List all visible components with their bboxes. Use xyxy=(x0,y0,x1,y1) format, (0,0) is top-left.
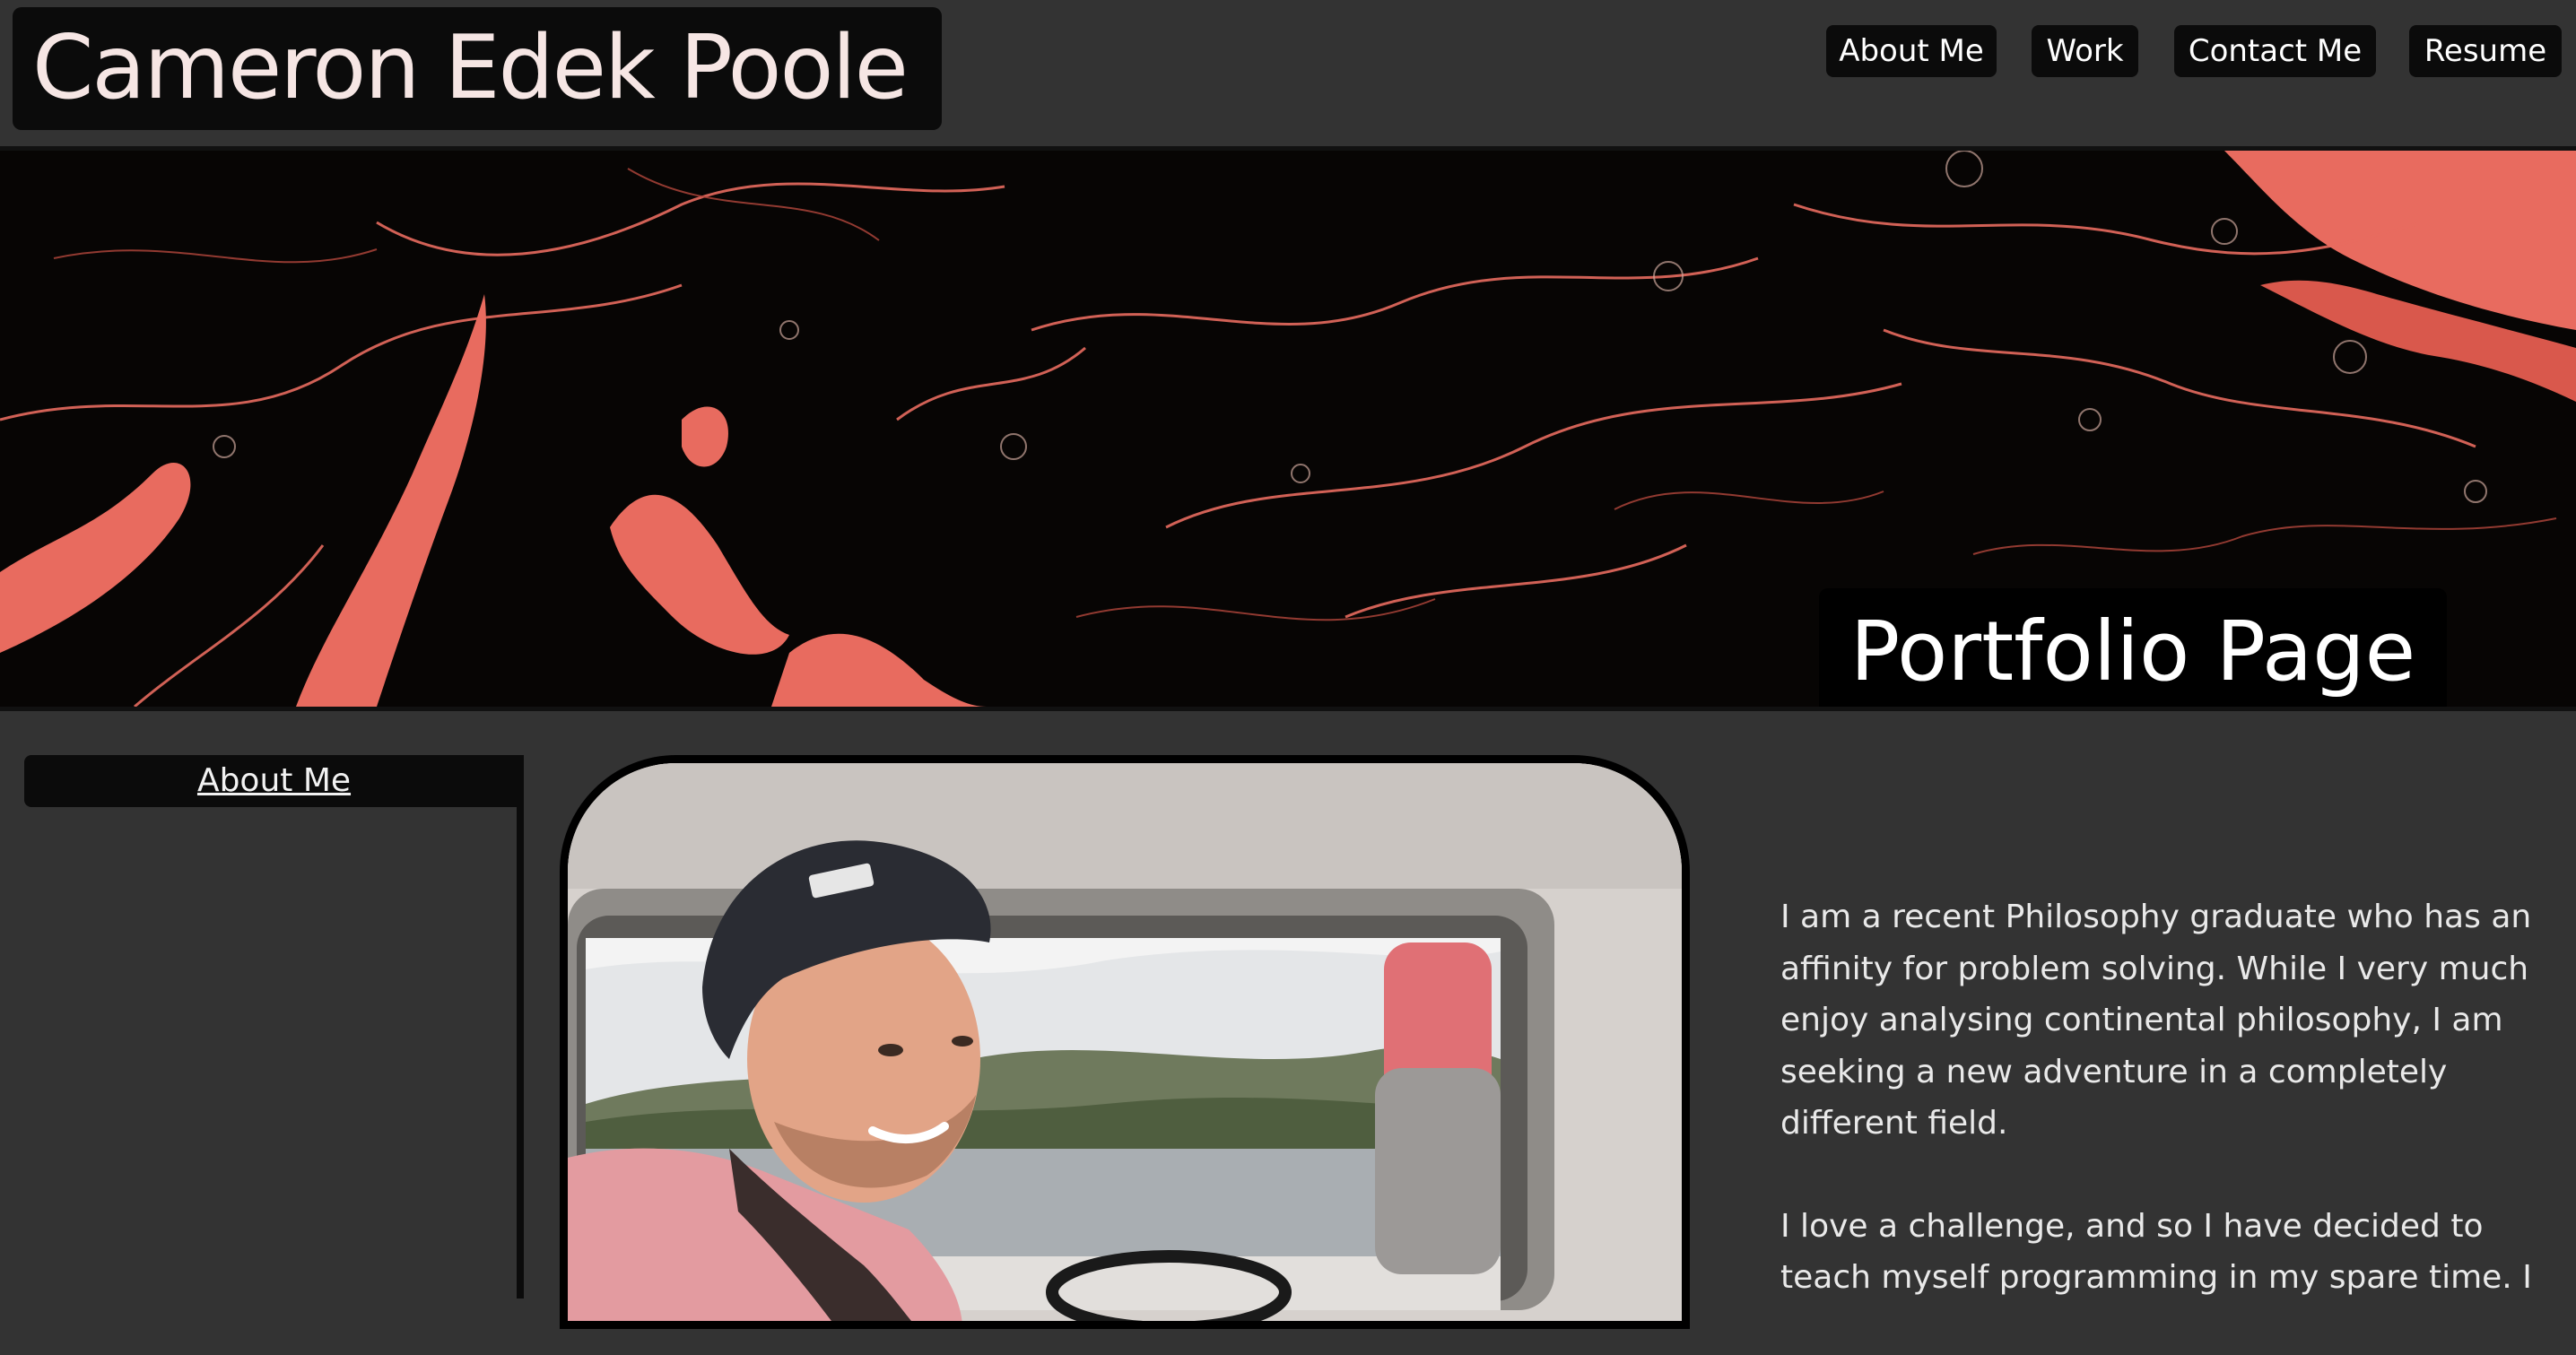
nav-about-me[interactable]: About Me xyxy=(1826,25,1997,77)
about-paragraph: I love a challenge, and so I have decide… xyxy=(1780,1207,2532,1297)
hero-banner: Portfolio Page xyxy=(0,146,2576,711)
sidebar: About Me xyxy=(24,755,524,1299)
nav-work[interactable]: Work xyxy=(2032,25,2138,77)
site-title: Cameron Edek Poole xyxy=(13,7,942,130)
sidebar-item-about-me[interactable]: About Me xyxy=(24,755,524,807)
nav-resume[interactable]: Resume xyxy=(2409,25,2562,77)
about-paragraph: I am a recent Philosophy graduate who ha… xyxy=(1780,899,2532,1142)
about-text: I am a recent Philosophy graduate who ha… xyxy=(1780,891,2534,1355)
site-header: Cameron Edek Poole About Me Work Contact… xyxy=(0,0,2576,146)
profile-photo-image xyxy=(568,763,1682,1321)
hero-title: Portfolio Page xyxy=(1819,588,2447,707)
profile-photo xyxy=(560,755,1690,1329)
nav-contact-me[interactable]: Contact Me xyxy=(2174,25,2376,77)
